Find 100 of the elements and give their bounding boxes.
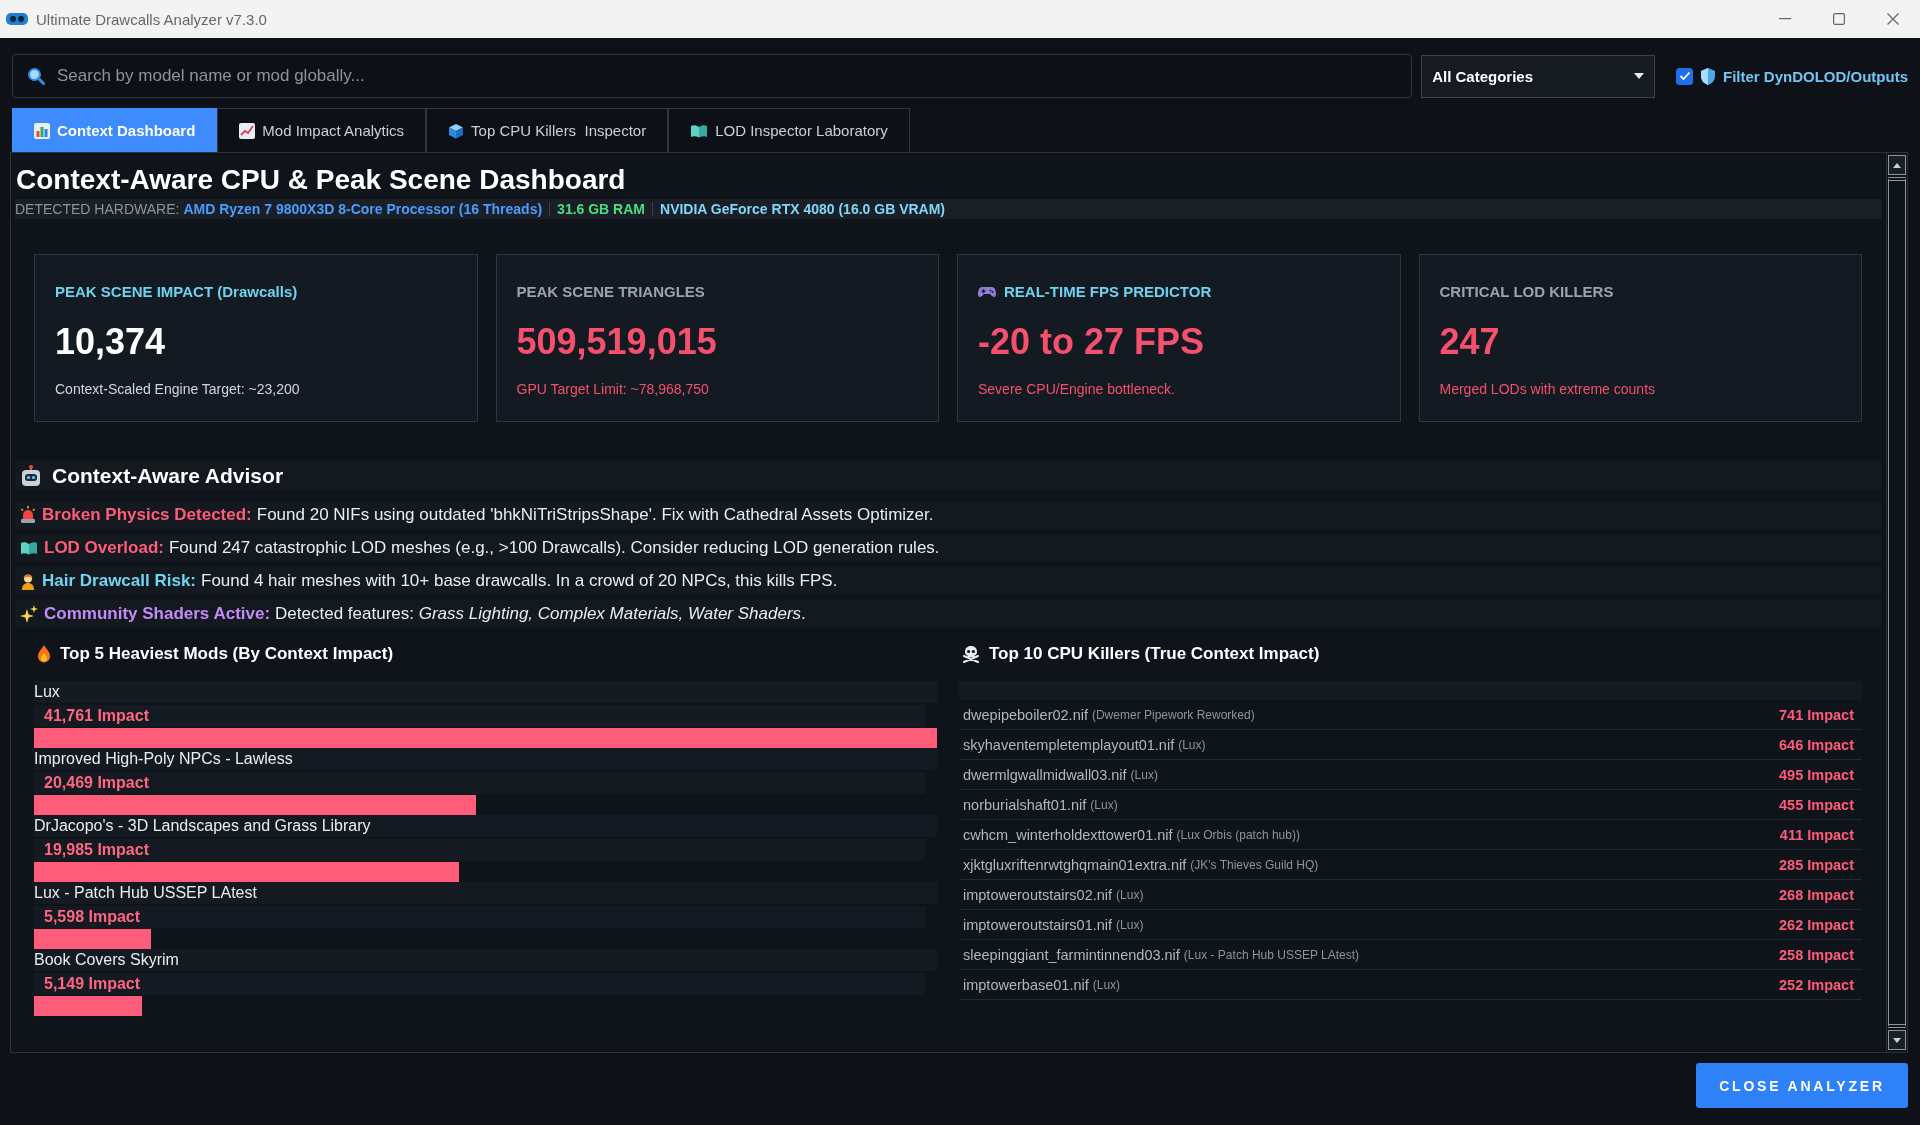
advisor-label: Broken Physics Detected:: [42, 505, 252, 525]
advisor-title: Context-Aware Advisor: [52, 463, 284, 488]
caret-down-icon: [1634, 73, 1644, 79]
ram-info: 31.6 GB RAM: [557, 201, 645, 217]
impact-value: 20,469 Impact: [34, 772, 925, 794]
maximize-icon[interactable]: [1833, 13, 1845, 25]
checkmark-icon: [1678, 71, 1691, 81]
file-name: dwermlgwallmidwall03.nif: [963, 766, 1127, 783]
mod-name: (Lux): [1116, 917, 1144, 932]
checkbox[interactable]: [1676, 67, 1693, 85]
gpu-info: NVIDIA GeForce RTX 4080 (16.0 GB VRAM): [660, 201, 946, 217]
open-book-icon: [20, 541, 38, 555]
card-note: Merged LODs with extreme counts: [1439, 380, 1657, 399]
impact-value: 5,598 Impact: [34, 906, 925, 928]
impact-value: 5,149 Impact: [34, 973, 925, 995]
advisor-label: Hair Drawcall Risk:: [42, 571, 196, 591]
impact-value: 646 Impact: [1779, 736, 1854, 753]
file-name: imptowerbase01.nif: [963, 976, 1089, 993]
impact-value: 252 Impact: [1779, 976, 1854, 993]
mod-name: (Lux): [1092, 977, 1121, 992]
search-icon: [27, 67, 45, 85]
skull-crossbones-icon: [962, 645, 980, 663]
open-book-icon: [690, 123, 709, 138]
card-label: PEAK SCENE TRIANGLES: [516, 282, 705, 302]
card-label: PEAK SCENE IMPACT (Drawcalls): [55, 282, 298, 302]
file-name: xjktgluxriftenrwtghqmain01extra.nif: [963, 856, 1187, 873]
mod-name: Lux: [34, 681, 937, 703]
tab[interactable]: LOD Inspector Laboratory: [668, 108, 910, 152]
caret-down-icon: [1893, 1037, 1901, 1043]
hardware-label: DETECTED HARDWARE:: [15, 201, 180, 217]
mod-name: Improved High-Poly NPCs - Lawless: [34, 748, 937, 770]
advisor-message: Found 20 NIFs using outdated 'bhkNiTriStripsShape'. Fix with Cathedral Assets Optimizer.: [256, 505, 934, 525]
card-value: 10,374: [55, 320, 167, 364]
flame-icon: [37, 645, 51, 663]
card-value: 247: [1439, 320, 1501, 364]
advisor-message: Detected features: Grass Lighting, Complex Materials, Water Shaders.: [275, 604, 806, 624]
file-name: dwepipeboiler02.nif: [963, 706, 1088, 723]
mod-name: (Lux): [1130, 767, 1158, 782]
mod-name: (Lux): [1116, 887, 1144, 902]
cpu-info: AMD Ryzen 7 9800X3D 8-Core Processor (16 Threads): [183, 201, 543, 217]
section-title: Top 10 CPU Killers (True Context Impact): [989, 644, 1320, 664]
impact-value: 41,761 Impact: [34, 705, 925, 727]
mod-name: (Lux Orbis (patch hub)): [1176, 827, 1300, 842]
file-name: imptoweroutstairs01.nif: [963, 916, 1113, 933]
search-field[interactable]: Search by model name or mod globally...: [12, 54, 1413, 98]
advisor-message: Found 247 catastrophic LOD meshes (e.g., >100 Drawcalls). Consider reducing LOD generation rules.: [168, 538, 940, 558]
close-analyzer-button[interactable]: CLOSE ANALYZER: [1696, 1063, 1908, 1108]
cube-icon: [448, 122, 465, 139]
tab[interactable]: Top CPU Killers Inspector: [426, 108, 669, 152]
dashboard-title: Context-Aware CPU & Peak Scene Dashboard: [15, 163, 627, 197]
advisor-label: LOD Overload:: [44, 538, 164, 558]
line-chart-icon: [239, 122, 256, 139]
card-label: REAL-TIME FPS PREDICTOR: [1004, 282, 1212, 302]
file-name: skyhaventempletemplayout01.nif: [963, 736, 1175, 753]
caret-up-icon: [1893, 162, 1901, 168]
mod-name: (Dwemer Pipework Reworked): [1091, 707, 1255, 722]
file-name: imptoweroutstairs02.nif: [963, 886, 1113, 903]
impact-value: 495 Impact: [1779, 766, 1854, 783]
window-title: Ultimate Drawcalls Analyzer v7.3.0: [36, 10, 267, 28]
robot-icon: [20, 464, 42, 487]
mod-name: Book Covers Skyrim: [34, 949, 937, 971]
category-dropdown[interactable]: All Categories: [1421, 54, 1655, 98]
section-title: Top 5 Heaviest Mods (By Context Impact): [60, 644, 394, 664]
mod-name: (Lux - Patch Hub USSEP LAtest): [1183, 947, 1360, 962]
close-icon[interactable]: [1887, 13, 1899, 25]
file-name: sleepinggiant_farmintinnend03.nif: [963, 946, 1180, 963]
bar-chart-icon: [34, 122, 50, 139]
impact-value: 258 Impact: [1779, 946, 1854, 963]
card-value: -20 to 27 FPS: [978, 320, 1206, 364]
advisor-label: Community Shaders Active:: [44, 604, 271, 624]
person-icon: [20, 572, 36, 590]
mod-name: Lux - Patch Hub USSEP LAtest: [34, 882, 937, 904]
file-name: cwhcm_winterholdexttower01.nif: [963, 826, 1173, 843]
impact-value: 741 Impact: [1779, 706, 1854, 723]
gamepad-icon: [978, 286, 996, 298]
checkbox-label[interactable]: Filter DynDOLOD/Outputs: [1723, 67, 1908, 85]
card-note: Context-Scaled Engine Target: ~23,200: [55, 380, 301, 399]
impact-value: 285 Impact: [1779, 856, 1854, 873]
impact-value: 455 Impact: [1779, 796, 1854, 813]
mod-name: (JK's Thieves Guild HQ): [1190, 857, 1319, 872]
card-value: 509,519,015: [516, 320, 718, 364]
mod-name: DrJacopo's - 3D Landscapes and Grass Library: [34, 815, 937, 837]
app-icon: [6, 12, 28, 26]
tab[interactable]: Mod Impact Analytics: [217, 108, 427, 152]
impact-value: 411 Impact: [1779, 826, 1854, 843]
card-note: Severe CPU/Engine bottleneck.: [978, 380, 1176, 399]
scrollbar[interactable]: [1886, 153, 1907, 1052]
impact-value: 19,985 Impact: [34, 839, 925, 861]
scrollbar-thumb[interactable]: [1888, 177, 1906, 1028]
minimize-icon[interactable]: [1779, 18, 1791, 20]
siren-icon: [20, 506, 36, 524]
file-name: norburialshaft01.nif: [963, 796, 1087, 813]
card-label: CRITICAL LOD KILLERS: [1439, 282, 1614, 302]
card-note: GPU Target Limit: ~78,968,750: [516, 380, 710, 399]
mod-name: (Lux): [1090, 797, 1118, 812]
advisor-message: Found 4 hair meshes with 10+ base drawcalls. In a crowd of 20 NPCs, this kills FPS.: [201, 571, 838, 591]
mod-name: (Lux): [1178, 737, 1206, 752]
impact-value: 262 Impact: [1779, 916, 1854, 933]
impact-value: 268 Impact: [1779, 886, 1854, 903]
shield-icon: [1701, 67, 1715, 85]
